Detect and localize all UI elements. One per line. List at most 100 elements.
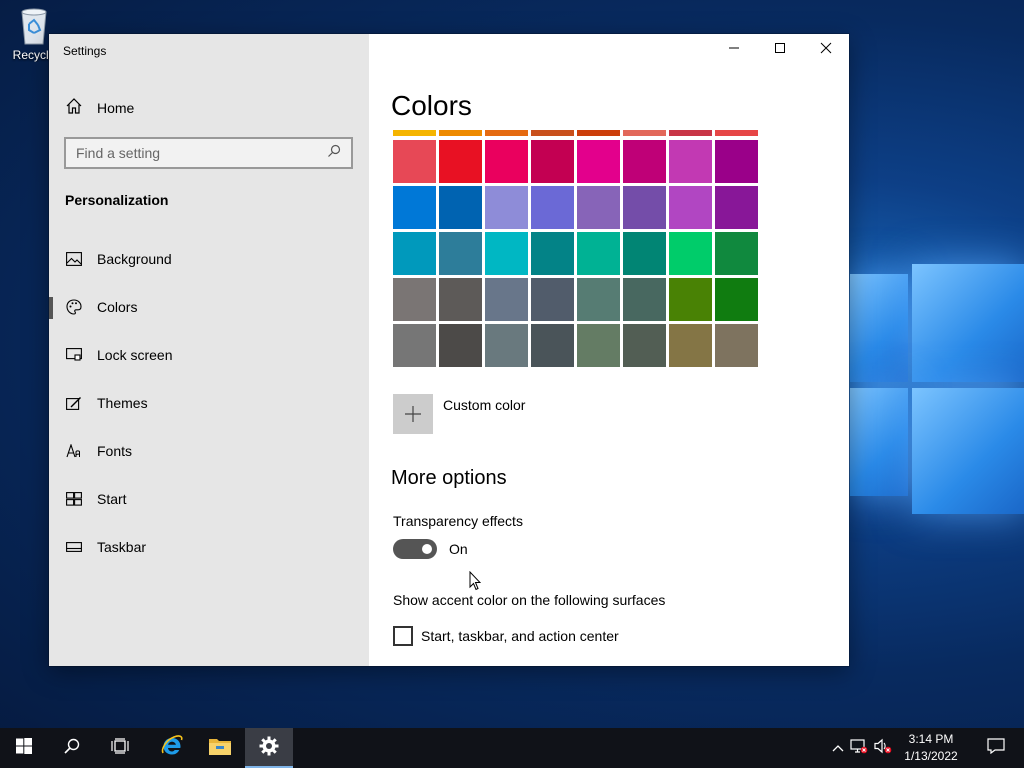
palette-icon — [65, 298, 83, 316]
fonts-icon — [65, 442, 83, 460]
swatch-strip-partial — [393, 130, 758, 136]
clock[interactable]: 3:14 PM 1/13/2022 — [896, 731, 966, 765]
accent-swatch[interactable] — [715, 186, 758, 229]
accent-swatch[interactable] — [623, 140, 666, 183]
volume-muted-icon — [874, 738, 892, 759]
accent-swatch[interactable] — [669, 140, 712, 183]
sidebar: Settings Home Personalization Background — [49, 34, 369, 666]
start-taskbar-label: Start, taskbar, and action center — [421, 628, 619, 644]
taskbar: 3:14 PM 1/13/2022 — [0, 728, 1024, 768]
task-view-button[interactable] — [96, 728, 144, 768]
internet-explorer-icon — [160, 734, 184, 763]
accent-swatch[interactable] — [485, 140, 528, 183]
accent-swatch[interactable] — [531, 232, 574, 275]
accent-swatch-partial[interactable] — [577, 130, 620, 136]
accent-swatch[interactable] — [669, 186, 712, 229]
sidebar-item-fonts[interactable]: Fonts — [49, 427, 369, 475]
accent-swatch[interactable] — [715, 232, 758, 275]
start-taskbar-checkbox[interactable] — [393, 626, 413, 646]
accent-swatch[interactable] — [623, 324, 666, 367]
sidebar-item-lock-screen[interactable]: Lock screen — [49, 331, 369, 379]
accent-swatch[interactable] — [439, 186, 482, 229]
accent-swatch[interactable] — [715, 278, 758, 321]
accent-swatch[interactable] — [669, 278, 712, 321]
accent-swatch-partial[interactable] — [531, 130, 574, 136]
transparency-toggle[interactable] — [393, 539, 437, 559]
accent-swatch[interactable] — [485, 278, 528, 321]
more-options-heading: More options — [391, 467, 507, 489]
accent-swatch[interactable] — [577, 140, 620, 183]
start-icon — [16, 737, 32, 759]
internet-explorer-button[interactable] — [148, 728, 196, 768]
clock-date: 1/13/2022 — [904, 749, 958, 763]
search-input[interactable] — [76, 145, 327, 161]
file-explorer-icon — [208, 736, 232, 761]
accent-swatch-partial[interactable] — [485, 130, 528, 136]
network-button[interactable] — [846, 728, 872, 768]
search-icon[interactable] — [327, 144, 341, 163]
window-controls — [711, 34, 849, 66]
start-button[interactable] — [0, 728, 48, 768]
accent-swatch-partial[interactable] — [669, 130, 712, 136]
accent-swatch[interactable] — [623, 186, 666, 229]
sidebar-item-taskbar[interactable]: Taskbar — [49, 523, 369, 571]
system-tray: 3:14 PM 1/13/2022 — [824, 728, 1024, 768]
accent-swatch[interactable] — [577, 278, 620, 321]
accent-swatch[interactable] — [393, 232, 436, 275]
accent-swatch[interactable] — [439, 232, 482, 275]
volume-button[interactable] — [870, 728, 896, 768]
transparency-label: Transparency effects — [393, 513, 523, 529]
plus-icon — [393, 394, 433, 434]
action-center-icon — [987, 737, 1005, 759]
close-button[interactable] — [803, 34, 849, 66]
accent-swatch[interactable] — [439, 140, 482, 183]
accent-swatch-partial[interactable] — [623, 130, 666, 136]
accent-swatch-partial[interactable] — [393, 130, 436, 136]
settings-taskbar-button[interactable] — [245, 728, 293, 768]
home-label: Home — [97, 100, 135, 116]
accent-swatch[interactable] — [531, 324, 574, 367]
search-box[interactable] — [64, 137, 353, 169]
custom-color-button[interactable]: Custom color — [393, 394, 525, 434]
home-link[interactable]: Home — [65, 96, 134, 120]
accent-swatch-partial[interactable] — [439, 130, 482, 136]
accent-swatch[interactable] — [439, 324, 482, 367]
accent-swatch[interactable] — [531, 278, 574, 321]
accent-swatch[interactable] — [393, 186, 436, 229]
start-taskbar-option: Start, taskbar, and action center — [393, 626, 619, 646]
settings-icon — [259, 736, 279, 761]
accent-swatch[interactable] — [393, 140, 436, 183]
sidebar-item-start[interactable]: Start — [49, 475, 369, 523]
minimize-button[interactable] — [711, 34, 757, 66]
network-icon — [850, 738, 868, 759]
accent-swatch[interactable] — [623, 278, 666, 321]
accent-swatch[interactable] — [393, 324, 436, 367]
accent-swatch[interactable] — [577, 232, 620, 275]
accent-swatch[interactable] — [393, 278, 436, 321]
maximize-button[interactable] — [757, 34, 803, 66]
file-explorer-button[interactable] — [196, 728, 244, 768]
accent-swatch[interactable] — [485, 186, 528, 229]
accent-swatch[interactable] — [577, 324, 620, 367]
accent-swatch[interactable] — [485, 232, 528, 275]
sidebar-item-colors[interactable]: Colors — [49, 283, 369, 331]
action-center-button[interactable] — [976, 728, 1016, 768]
search-button[interactable] — [48, 728, 96, 768]
accent-swatch-partial[interactable] — [715, 130, 758, 136]
accent-swatch[interactable] — [439, 278, 482, 321]
accent-swatch[interactable] — [715, 324, 758, 367]
sidebar-item-label: Start — [97, 491, 127, 507]
accent-swatch[interactable] — [623, 232, 666, 275]
sidebar-item-themes[interactable]: Themes — [49, 379, 369, 427]
accent-swatch[interactable] — [669, 324, 712, 367]
recycle-bin-icon — [16, 6, 52, 46]
accent-swatch[interactable] — [577, 186, 620, 229]
accent-swatch[interactable] — [715, 140, 758, 183]
accent-swatch[interactable] — [485, 324, 528, 367]
sidebar-item-label: Colors — [97, 299, 138, 315]
accent-swatch[interactable] — [531, 140, 574, 183]
sidebar-item-background[interactable]: Background — [49, 235, 369, 283]
accent-swatch[interactable] — [669, 232, 712, 275]
sidebar-item-label: Fonts — [97, 443, 133, 459]
accent-swatch[interactable] — [531, 186, 574, 229]
